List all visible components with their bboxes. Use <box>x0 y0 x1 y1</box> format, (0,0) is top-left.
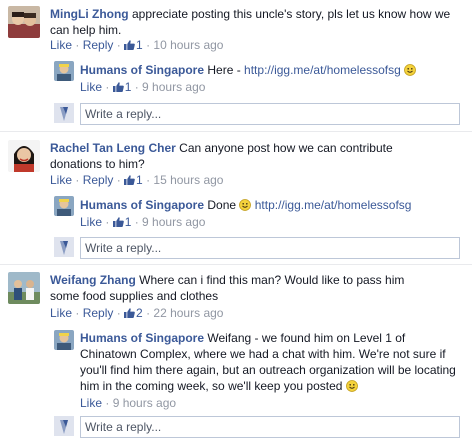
reply-text: Humans of Singapore Weifang - we found h… <box>80 330 458 394</box>
reply-body: Here - <box>207 63 241 77</box>
comment-author[interactable]: Weifang Zhang <box>50 273 136 287</box>
user-avatar <box>54 237 74 257</box>
thread-divider <box>0 264 472 265</box>
user-avatar <box>54 416 74 436</box>
like-count[interactable]: 1 <box>112 215 131 229</box>
comment-actions: Like · Reply · 1 · 15 hours ago <box>50 173 224 187</box>
reply-time[interactable]: 9 hours ago <box>142 215 205 229</box>
reply-author[interactable]: Humans of Singapore <box>80 63 204 77</box>
comment-thread-1: MingLi Zhong appreciate posting this unc… <box>0 0 472 131</box>
reply-link[interactable]: Reply <box>83 306 114 320</box>
comment-thread-3: Weifang Zhang Where can i find this man?… <box>0 264 472 446</box>
reply-link-url[interactable]: http://igg.me/at/homelessofsg <box>255 198 412 212</box>
comment-text: Rachel Tan Leng Cher Can anyone post how… <box>50 140 440 172</box>
reply-composer <box>54 416 460 438</box>
reply-link-url[interactable]: http://igg.me/at/homelessofsg <box>244 63 401 77</box>
like-thumb-icon <box>124 40 135 50</box>
like-count[interactable]: 1 <box>112 80 131 94</box>
reply-actions: Like · 9 hours ago <box>80 396 177 410</box>
smiley-icon <box>345 380 358 392</box>
comment-thread-2: Rachel Tan Leng Cher Can anyone post how… <box>0 131 472 264</box>
reply-text: Humans of Singapore Here - http://igg.me… <box>80 62 460 78</box>
reply-link[interactable]: Reply <box>83 173 114 187</box>
like-link[interactable]: Like <box>50 173 72 187</box>
write-reply-input[interactable] <box>80 103 460 125</box>
like-thumb-icon <box>124 175 135 185</box>
reply-link[interactable]: Reply <box>83 38 114 52</box>
avatar-weifang-zhang[interactable] <box>8 272 40 304</box>
like-link[interactable]: Like <box>80 80 102 94</box>
comment-text: Weifang Zhang Where can i find this man?… <box>50 272 430 304</box>
comment-actions: Like · Reply · 2 · 22 hours ago <box>50 306 224 320</box>
reply-body: Done <box>207 198 237 212</box>
like-link[interactable]: Like <box>80 396 102 410</box>
smiley-icon <box>239 199 252 211</box>
like-link[interactable]: Like <box>50 306 72 320</box>
reply-actions: Like · 1 · 9 hours ago <box>80 215 206 229</box>
comment-time[interactable]: 15 hours ago <box>153 173 223 187</box>
like-link[interactable]: Like <box>80 215 102 229</box>
comment-author[interactable]: MingLi Zhong <box>50 7 129 21</box>
reply-composer <box>54 103 460 125</box>
reply-text: Humans of Singapore Done http://igg.me/a… <box>80 197 460 213</box>
comment-actions: Like · Reply · 1 · 10 hours ago <box>50 38 224 52</box>
like-link[interactable]: Like <box>50 38 72 52</box>
write-reply-input[interactable] <box>80 416 460 438</box>
hos-avatar[interactable] <box>54 61 74 81</box>
reply-time[interactable]: 9 hours ago <box>113 396 176 410</box>
avatar-rachel-tan[interactable] <box>8 140 40 172</box>
comment-time[interactable]: 22 hours ago <box>153 306 223 320</box>
like-count[interactable]: 1 <box>124 38 143 52</box>
reply-actions: Like · 1 · 9 hours ago <box>80 80 206 94</box>
reply-author[interactable]: Humans of Singapore <box>80 331 204 345</box>
smiley-icon <box>404 64 417 76</box>
reply-time[interactable]: 9 hours ago <box>142 80 205 94</box>
comment-time[interactable]: 10 hours ago <box>153 38 223 52</box>
write-reply-input[interactable] <box>80 237 460 259</box>
thread-divider <box>0 131 472 132</box>
like-thumb-icon <box>112 217 124 227</box>
like-thumb-icon <box>112 82 124 92</box>
like-count[interactable]: 2 <box>124 306 143 320</box>
reply-composer <box>54 237 460 259</box>
reply-author[interactable]: Humans of Singapore <box>80 198 204 212</box>
hos-avatar[interactable] <box>54 196 74 216</box>
hos-avatar[interactable] <box>54 330 74 350</box>
user-avatar <box>54 103 74 123</box>
like-thumb-icon <box>124 308 135 318</box>
avatar-mingli-zhong[interactable] <box>8 6 40 38</box>
comment-text: MingLi Zhong appreciate posting this unc… <box>50 6 460 38</box>
comment-author[interactable]: Rachel Tan Leng Cher <box>50 141 176 155</box>
like-count[interactable]: 1 <box>124 173 143 187</box>
